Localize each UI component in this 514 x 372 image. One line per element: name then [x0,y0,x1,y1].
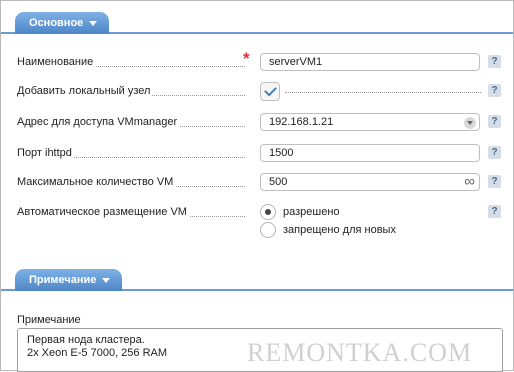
help-icon[interactable]: ? [488,146,501,159]
help-icon[interactable]: ? [488,84,501,97]
max-vm-input[interactable]: 500 ∞ [260,173,480,191]
help-icon[interactable]: ? [488,175,501,188]
help-icon[interactable]: ? [488,205,501,218]
required-icon: * [243,49,250,68]
row-auto-placement: Автоматическое размещение VM разрешено з… [17,203,503,243]
caret-down-icon [102,277,111,283]
vmmanager-address-value: 192.168.1.21 [269,116,334,128]
section-tab-main[interactable]: Основное [15,12,110,34]
auto-placement-radio-denied[interactable] [260,222,276,238]
ihttpd-port-label: Порт ihttpd [17,147,74,159]
add-local-node-checkbox[interactable] [260,82,280,101]
max-vm-label: Максимальное количество VM [17,176,176,188]
help-icon[interactable]: ? [488,55,501,68]
infinity-icon[interactable]: ∞ [464,174,475,190]
row-leader [285,92,481,93]
note-label: Примечание [17,314,81,326]
row-name: Наименование * serverVM1 ? [17,49,503,73]
auto-placement-option-label: разрешено [283,206,340,218]
add-local-node-label: Добавить локальный узел [17,85,153,97]
check-icon [263,83,277,97]
chevron-down-icon[interactable] [464,117,476,129]
section-tab-note[interactable]: Примечание [15,269,123,291]
row-add-local-node: Добавить локальный узел ? [17,82,503,102]
max-vm-value: 500 [269,176,288,188]
note-textarea[interactable]: Первая нода кластера. 2x Xeon E-5 7000, … [17,328,503,372]
section-header-note: Примечание [1,266,513,291]
name-label: Наименование [17,56,96,68]
section-header-main: Основное [1,9,513,34]
vmmanager-address-label: Адрес для доступа VMmanager [17,116,180,128]
section-tab-main-label: Основное [29,17,84,29]
auto-placement-option-label: запрещено для новых [283,224,396,236]
ihttpd-port-input[interactable]: 1500 [260,144,480,162]
name-input[interactable]: serverVM1 [260,53,480,71]
vmmanager-address-select[interactable]: 192.168.1.21 [260,113,480,131]
section-tab-note-label: Примечание [29,274,97,286]
auto-placement-radio-allowed[interactable] [260,204,276,220]
row-vmmanager-address: Адрес для доступа VMmanager 192.168.1.21… [17,113,503,133]
row-ihttpd-port: Порт ihttpd 1500 ? [17,144,503,164]
auto-placement-label: Автоматическое размещение VM [17,206,189,218]
caret-down-icon [89,20,98,26]
row-max-vm: Максимальное количество VM 500 ∞ ? [17,173,503,193]
help-icon[interactable]: ? [488,115,501,128]
form-panel: Основное Наименование * serverVM1 ? Доба… [0,0,514,372]
